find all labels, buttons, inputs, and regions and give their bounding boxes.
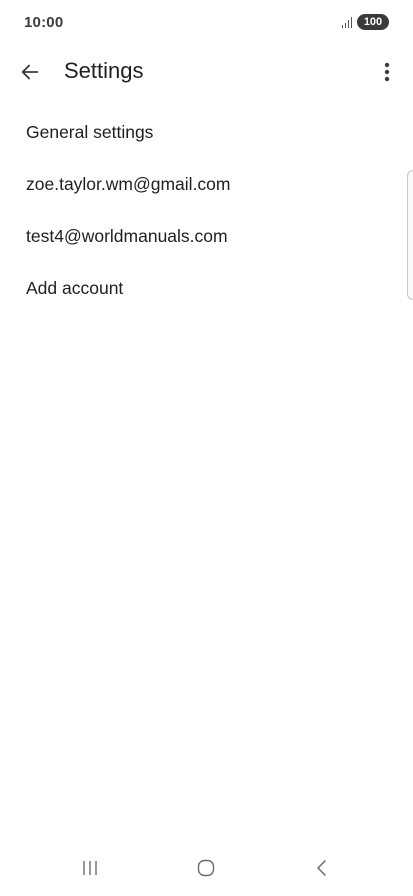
arrow-left-icon: [21, 64, 39, 80]
back-icon: [317, 860, 326, 876]
back-button[interactable]: [14, 58, 46, 86]
general-settings-item[interactable]: General settings: [0, 106, 413, 158]
home-icon: [197, 859, 215, 877]
back-nav-button[interactable]: [302, 854, 342, 882]
more-vert-icon: [384, 62, 390, 82]
account-item-test4[interactable]: test4@worldmanuals.com: [0, 210, 413, 262]
account-item-zoe[interactable]: zoe.taylor.wm@gmail.com: [0, 158, 413, 210]
navigation-bar: [0, 840, 413, 896]
settings-list: General settings zoe.taylor.wm@gmail.com…: [0, 106, 413, 314]
status-icons: 100: [341, 14, 389, 30]
recents-button[interactable]: [70, 854, 110, 882]
battery-icon: 100: [357, 14, 389, 30]
add-account-item[interactable]: Add account: [0, 262, 413, 314]
signal-icon: [341, 16, 352, 28]
edge-panel-handle[interactable]: [407, 170, 413, 300]
page-title: Settings: [64, 58, 144, 83]
home-button[interactable]: [186, 854, 226, 882]
status-bar: 10:00 100: [0, 0, 413, 44]
status-time: 10:00: [24, 14, 64, 31]
app-bar: Settings: [0, 44, 413, 100]
recents-icon: [83, 861, 97, 875]
more-options-button[interactable]: [377, 58, 397, 86]
